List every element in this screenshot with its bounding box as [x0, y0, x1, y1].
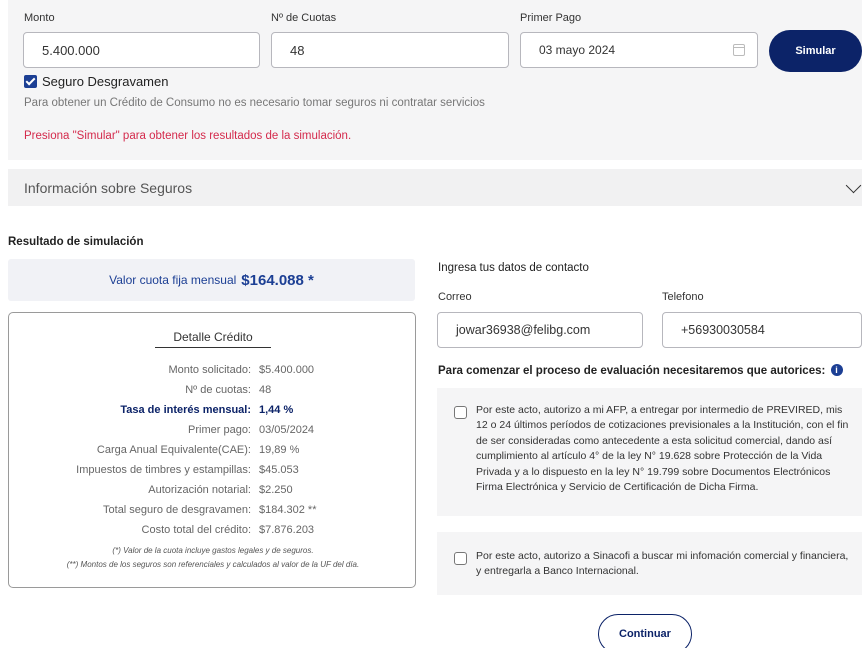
cuotas-label: Nº de Cuotas	[271, 12, 337, 24]
detalle-value: 19,89 %	[259, 444, 300, 456]
detalle-label: Primer pago:	[188, 424, 251, 436]
detalle-label: Monto solicitado:	[168, 364, 251, 376]
detalle-value: $45.053	[259, 464, 299, 476]
detalle-row: Primer pago: 03/05/2024	[9, 424, 417, 442]
detalle-value: $5.400.000	[259, 364, 315, 376]
autorizacion-title: Para comenzar el proceso de evaluación n…	[438, 364, 843, 377]
autorizacion-afp-checkbox[interactable]	[454, 406, 467, 419]
correo-label: Correo	[438, 291, 472, 303]
info-icon[interactable]: i	[830, 364, 843, 376]
detalle-label: Nº de cuotas:	[185, 384, 251, 396]
detalle-label: Costo total del crédito:	[141, 524, 251, 536]
detalle-row: Nº de cuotas: 48	[9, 384, 417, 402]
detalle-credito-box: Detalle Crédito Monto solicitado: $5.400.…	[8, 312, 416, 588]
cuotas-input[interactable]: 48	[271, 32, 509, 68]
telefono-label: Telefono	[662, 291, 704, 303]
contacto-title: Ingresa tus datos de contacto	[438, 262, 589, 274]
detalle-label: Autorización notarial:	[148, 484, 251, 496]
primer-pago-label: Primer Pago	[520, 12, 582, 24]
detalle-row: Carga Anual Equivalente(CAE): 19,89 %	[9, 444, 417, 462]
continuar-button[interactable]: Continuar	[598, 614, 692, 648]
detalle-row: Total seguro de desgravamen: $184.302 **	[9, 504, 417, 522]
detalle-value: 1,44 %	[259, 404, 294, 416]
resultado-title: Resultado de simulación	[8, 236, 144, 248]
cuota-label: Valor cuota fija mensual	[109, 273, 237, 287]
seguro-desgravamen-checkbox[interactable]	[24, 75, 37, 88]
detalle-value: 48	[259, 384, 272, 396]
correo-input[interactable]: jowar36938@felibg.com	[437, 312, 643, 348]
detalle-row: Monto solicitado: $5.400.000	[9, 364, 417, 382]
detalle-row: Costo total del crédito: $7.876.203	[9, 524, 417, 542]
detalle-label: Carga Anual Equivalente(CAE):	[96, 444, 251, 456]
monto-input[interactable]: 5.400.000	[23, 32, 260, 68]
autorizacion-afp-text: Por este acto, autorizo a mi AFP, a entr…	[476, 404, 849, 494]
primer-pago-input[interactable]: 03 mayo 2024	[520, 32, 758, 68]
cuota-mensual-box: Valor cuota fija mensual $164.088 *	[8, 259, 415, 301]
detalle-row: Autorización notarial: $2.250	[9, 484, 417, 502]
autorizacion-sinacofi-text: Por este acto, autorizo a Sinacofi a bus…	[476, 550, 849, 578]
detalle-value: $184.302 **	[259, 504, 317, 516]
telefono-input[interactable]: +56930030584	[662, 312, 862, 348]
detalle-label: Tasa de interés mensual:	[120, 404, 251, 416]
seguros-disclaimer: Para obtener un Crédito de Consumo no es…	[24, 97, 485, 109]
autorizacion-title-text: Para comenzar el proceso de evaluación n…	[438, 365, 826, 377]
detalle-value: 03/05/2024	[259, 424, 315, 436]
seguro-desgravamen-label: Seguro Desgravamen	[42, 74, 169, 89]
simular-button[interactable]: Simular	[769, 30, 862, 72]
detalle-note-2: (**) Montos de los seguros son referenci…	[66, 560, 360, 569]
calendar-icon[interactable]	[733, 44, 745, 56]
monto-label: Monto	[24, 12, 55, 24]
detalle-label: Total seguro de desgravamen:	[103, 504, 251, 516]
detalle-value: $7.876.203	[259, 524, 315, 536]
simulation-warning: Presiona "Simular" para obtener los resu…	[24, 130, 352, 142]
detalle-credito-title: Detalle Crédito	[155, 330, 271, 348]
detalle-value: $2.250	[259, 484, 293, 496]
detalle-row: Impuestos de timbres y estampillas: $45.0…	[9, 464, 417, 482]
detalle-note-1: (*) Valor de la cuota incluye gastos leg…	[112, 546, 314, 555]
detalle-label: Impuestos de timbres y estampillas:	[76, 464, 251, 476]
primer-pago-value: 03 mayo 2024	[539, 43, 616, 57]
autorizacion-sinacofi-checkbox[interactable]	[454, 552, 467, 565]
cuota-value: $164.088 *	[241, 271, 314, 289]
detalle-row-tasa: Tasa de interés mensual: 1,44 %	[9, 404, 417, 422]
seguros-accordion-title: Información sobre Seguros	[24, 180, 193, 196]
